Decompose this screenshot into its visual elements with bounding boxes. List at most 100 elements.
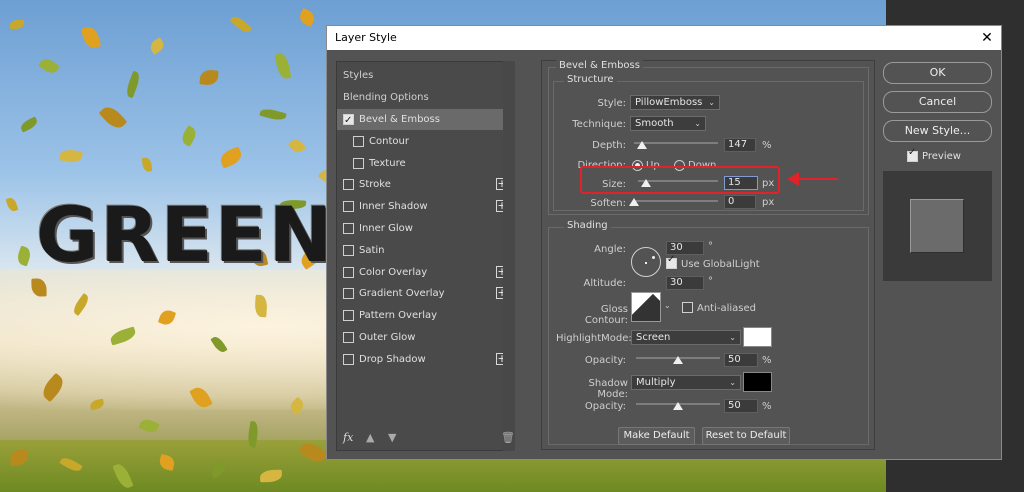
style-item-label: Contour	[369, 135, 409, 147]
shadow-color-swatch[interactable]	[743, 372, 772, 392]
arrow-down-icon[interactable]: ▼	[388, 431, 396, 444]
angle-dial-point	[652, 256, 655, 259]
gloss-contour-chevron-icon[interactable]: ⌄	[664, 301, 671, 310]
use-global-light-label: Use GlobalLight	[681, 259, 760, 270]
style-item-gradient-overlay[interactable]: Gradient Overlay +	[337, 283, 512, 304]
altitude-unit: °	[708, 276, 713, 287]
dialog-titlebar: Layer Style ✕	[327, 26, 1001, 50]
new-style-button[interactable]: New Style...	[883, 120, 992, 142]
annotation-arrow-head-icon	[787, 172, 799, 186]
style-item-checkbox[interactable]	[343, 288, 354, 300]
altitude-input[interactable]: 30	[666, 276, 704, 290]
style-item-checkbox[interactable]	[343, 353, 354, 365]
style-item-checkbox[interactable]	[343, 110, 354, 131]
chevron-down-icon: ⌄	[694, 119, 701, 128]
gloss-contour-preview[interactable]	[631, 292, 661, 322]
style-item-label: Bevel & Emboss	[359, 114, 440, 125]
depth-input[interactable]: 147	[724, 138, 756, 152]
blending-options-label: Blending Options	[343, 92, 429, 103]
style-item-inner-glow[interactable]: Inner Glow	[337, 218, 512, 239]
soften-slider-track[interactable]	[634, 200, 718, 202]
annotation-arrow-line	[798, 178, 838, 180]
technique-select[interactable]: Smooth ⌄	[630, 116, 706, 131]
technique-label: Technique:	[572, 119, 626, 130]
style-item-checkbox[interactable]	[343, 223, 354, 234]
cancel-button[interactable]: Cancel	[883, 91, 992, 113]
style-item-checkbox[interactable]	[353, 157, 364, 169]
style-item-satin[interactable]: Satin	[337, 240, 512, 261]
bevel-emboss-panel: Bevel & Emboss Structure Style: PillowEm…	[541, 60, 875, 450]
style-item-label: Color Overlay	[359, 266, 428, 278]
highlight-mode-select[interactable]: Screen ⌄	[631, 330, 741, 345]
highlight-mode-value: Screen	[636, 332, 671, 343]
shading-title: Shading	[564, 220, 611, 231]
angle-label: Angle:	[594, 244, 626, 255]
style-item-drop-shadow[interactable]: Drop Shadow +	[337, 349, 512, 370]
soften-label: Soften:	[590, 198, 626, 209]
styles-list: Styles Blending Options Bevel & Emboss Co…	[336, 61, 513, 451]
preview-label: Preview	[922, 151, 961, 162]
style-item-checkbox[interactable]	[343, 266, 354, 278]
style-item-checkbox[interactable]	[353, 135, 364, 147]
style-item-checkbox[interactable]	[343, 201, 354, 213]
depth-unit: %	[762, 140, 772, 151]
make-default-button[interactable]: Make Default	[618, 427, 695, 445]
ok-button[interactable]: OK	[883, 62, 992, 84]
shadow-mode-value: Multiply	[636, 377, 676, 388]
reset-to-default-button[interactable]: Reset to Default	[702, 427, 790, 445]
style-item-bevel-emboss[interactable]: Bevel & Emboss	[337, 109, 512, 131]
style-preview	[883, 171, 992, 281]
depth-label: Depth:	[592, 140, 626, 151]
highlight-opacity-label: Opacity:	[584, 355, 626, 366]
style-select[interactable]: PillowEmboss ⌄	[630, 95, 720, 110]
arrow-up-icon[interactable]: ▲	[366, 431, 374, 444]
size-highlight-box	[580, 166, 780, 194]
highlight-color-swatch[interactable]	[743, 327, 772, 347]
blending-options-item[interactable]: Blending Options	[337, 87, 512, 108]
style-item-pattern-overlay[interactable]: Pattern Overlay	[337, 305, 512, 326]
depth-slider-thumb[interactable]	[637, 141, 648, 149]
dialog-title: Layer Style	[335, 31, 397, 44]
green-layer-text: GREEN	[36, 190, 328, 279]
gloss-contour-label: Gloss Contour:	[584, 304, 628, 326]
soften-input[interactable]: 0	[724, 195, 756, 209]
chevron-down-icon: ⌄	[729, 333, 736, 342]
style-item-inner-shadow[interactable]: Inner Shadow +	[337, 196, 512, 217]
use-global-light-checkbox[interactable]	[666, 254, 677, 269]
fx-icon[interactable]: fx	[343, 431, 353, 444]
angle-dial[interactable]	[631, 247, 661, 277]
style-item-label: Stroke	[359, 179, 391, 191]
style-item-checkbox[interactable]	[343, 332, 354, 343]
style-item-label: Inner Glow	[359, 223, 413, 234]
preview-square	[910, 199, 964, 253]
soften-unit: px	[762, 197, 775, 208]
style-item-checkbox[interactable]	[343, 244, 354, 256]
style-item-checkbox[interactable]	[343, 179, 354, 191]
style-item-checkbox[interactable]	[343, 310, 354, 322]
soften-slider-thumb[interactable]	[629, 198, 639, 206]
highlight-opacity-thumb[interactable]	[673, 356, 683, 364]
style-item-label: Outer Glow	[359, 332, 416, 343]
close-icon[interactable]: ✕	[977, 26, 997, 50]
style-item-texture[interactable]: Texture	[337, 153, 512, 174]
highlight-opacity-input[interactable]: 50	[724, 353, 758, 367]
style-item-outer-glow[interactable]: Outer Glow	[337, 327, 512, 348]
shadow-opacity-thumb[interactable]	[673, 402, 683, 410]
shadow-mode-select[interactable]: Multiply ⌄	[631, 375, 741, 390]
trash-icon[interactable]: 🗑	[501, 431, 515, 444]
highlight-mode-label: HighlightMode:	[556, 333, 632, 344]
angle-input[interactable]: 30	[666, 241, 704, 255]
shadow-opacity-input[interactable]: 50	[724, 399, 758, 413]
chevron-down-icon: ⌄	[708, 98, 715, 107]
style-item-label: Gradient Overlay	[359, 288, 445, 300]
style-item-contour[interactable]: Contour	[337, 131, 512, 152]
style-item-stroke[interactable]: Stroke +	[337, 174, 512, 195]
style-item-color-overlay[interactable]: Color Overlay +	[337, 262, 512, 283]
preview-checkbox[interactable]	[907, 147, 918, 162]
styles-scrollbar[interactable]	[503, 61, 515, 451]
anti-aliased-checkbox[interactable]	[682, 302, 693, 313]
style-label: Style:	[597, 98, 627, 109]
style-item-label: Texture	[369, 157, 406, 169]
gloss-contour-curve	[632, 293, 660, 321]
styles-header[interactable]: Styles	[337, 65, 512, 86]
